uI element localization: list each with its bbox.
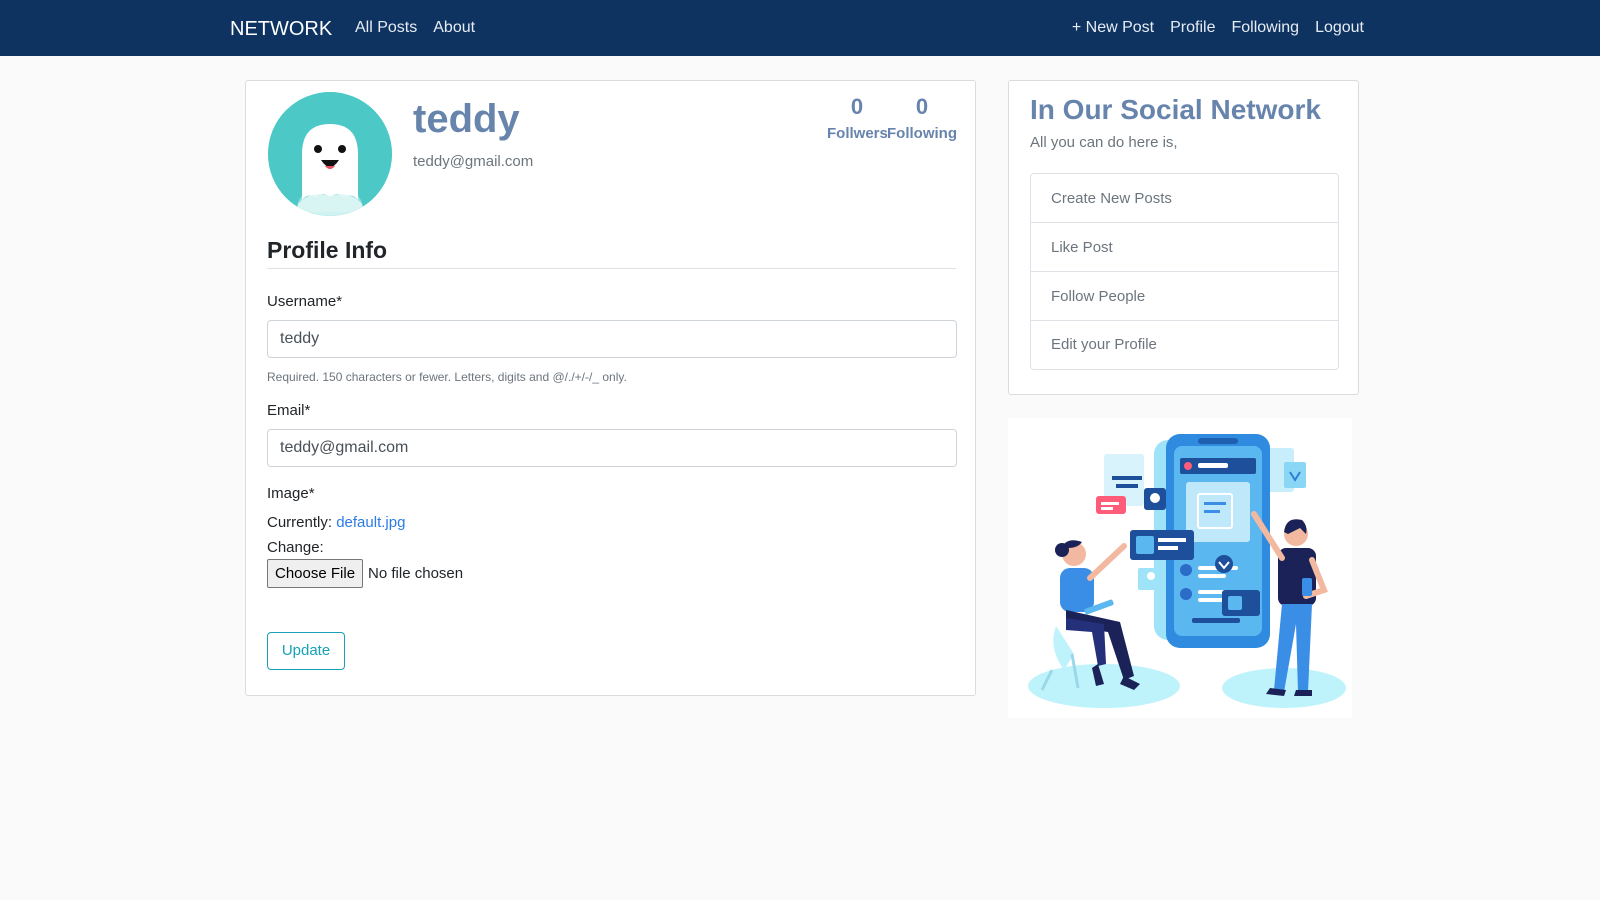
brand-logo[interactable]: NETWORK: [230, 17, 332, 41]
followers-label: Follwers: [827, 125, 888, 142]
following-stat[interactable]: 0 Following: [887, 93, 957, 144]
following-count: 0: [915, 94, 929, 119]
feature-item-edit-profile: Edit your Profile: [1051, 336, 1157, 353]
feature-list: Create New Posts Like Post Follow People…: [1030, 173, 1339, 370]
nav-link-about[interactable]: About: [433, 18, 475, 38]
nav-right-group: + New Post Profile Following Logout: [1072, 18, 1364, 38]
nav-link-new-post[interactable]: + New Post: [1072, 18, 1154, 38]
nav-left-group: All Posts About: [355, 18, 475, 38]
social-app-illustration: [1008, 418, 1352, 718]
email-label: Email*: [267, 402, 311, 419]
nav-link-logout[interactable]: Logout: [1315, 18, 1364, 38]
profile-username-heading: teddy: [413, 97, 520, 141]
sidebar-subtitle: All you can do here is,: [1030, 134, 1178, 151]
sidebar-title: In Our Social Network: [1030, 94, 1321, 125]
feature-item-like-post: Like Post: [1031, 223, 1338, 272]
following-label: Following: [887, 125, 957, 142]
nav-link-profile[interactable]: Profile: [1170, 18, 1215, 38]
nav-link-all-posts[interactable]: All Posts: [355, 18, 417, 38]
ghost-avatar-icon: [268, 92, 392, 216]
followers-count: 0: [850, 94, 864, 119]
update-button[interactable]: Update: [267, 632, 345, 670]
top-navbar: NETWORK All Posts About + New Post Profi…: [0, 0, 1600, 56]
current-image-link[interactable]: default.jpg: [336, 514, 405, 531]
username-input[interactable]: [267, 320, 957, 358]
image-label: Image*: [267, 485, 315, 502]
email-input[interactable]: [267, 429, 957, 467]
username-label: Username*: [267, 293, 343, 310]
change-label: Change:: [267, 539, 324, 556]
nav-link-following[interactable]: Following: [1231, 18, 1299, 38]
file-input: Choose File No file chosen: [267, 559, 463, 588]
file-status-text: No file chosen: [368, 564, 464, 582]
profile-info-heading: Profile Info: [267, 235, 956, 269]
feature-item-follow-people: Follow People: [1031, 272, 1338, 321]
currently-label: Currently:: [267, 514, 333, 531]
username-help-text: Required. 150 characters or fewer. Lette…: [267, 370, 627, 384]
choose-file-button[interactable]: Choose File: [267, 559, 364, 588]
feature-item-create-posts: Create New Posts: [1031, 174, 1338, 223]
profile-email: teddy@gmail.com: [413, 153, 534, 170]
profile-card: teddy teddy@gmail.com 0 Follwers 0 Follo…: [245, 80, 976, 696]
sidebar-card: In Our Social Network All you can do her…: [1008, 80, 1359, 395]
current-image-row: Currently: default.jpg: [267, 513, 405, 533]
followers-stat[interactable]: 0 Follwers: [827, 93, 888, 144]
